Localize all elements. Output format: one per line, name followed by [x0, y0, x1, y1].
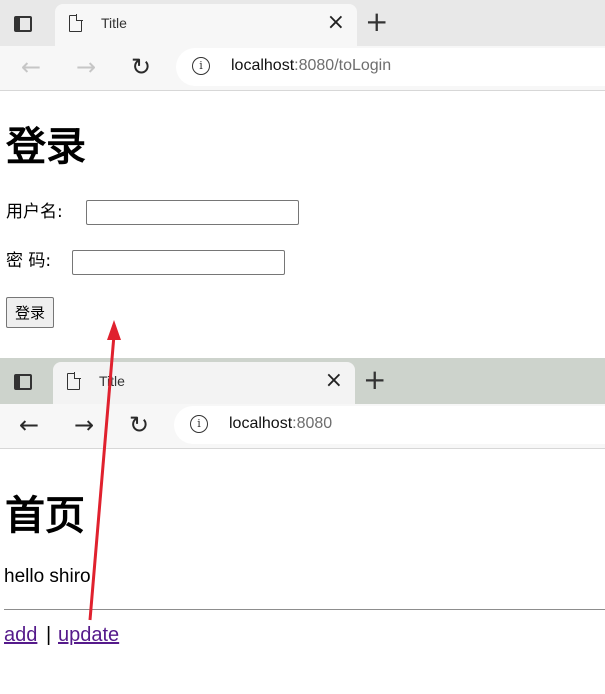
- browser-toolbar: ← → ↻ i localhost:8080: [0, 404, 605, 449]
- tab-title: Title: [99, 373, 125, 389]
- close-icon[interactable]: ×: [327, 12, 345, 34]
- update-link[interactable]: update: [58, 624, 119, 647]
- password-field[interactable]: [72, 250, 285, 275]
- reload-icon[interactable]: ↻: [128, 54, 154, 80]
- reload-icon[interactable]: ↻: [126, 412, 152, 438]
- url-text[interactable]: localhost:8080/toLogin: [231, 57, 391, 75]
- tab-strip: Title × +: [0, 358, 605, 404]
- info-icon[interactable]: i: [192, 57, 210, 75]
- password-label: 密 码:: [6, 251, 52, 271]
- forward-icon[interactable]: →: [71, 412, 97, 438]
- home-browser-window: Title × + ← → ↻ i localhost:8080 首页 hell…: [0, 358, 605, 694]
- page-title: 首页: [5, 493, 85, 539]
- login-button[interactable]: 登录: [6, 297, 55, 328]
- address-bar[interactable]: i localhost:8080: [174, 406, 605, 444]
- plus-icon[interactable]: +: [363, 364, 386, 396]
- address-bar[interactable]: i localhost:8080/toLogin: [176, 48, 605, 86]
- url-text[interactable]: localhost:8080: [229, 415, 332, 433]
- login-browser-window: Title × + ← → ↻ i localhost:8080/toLogin…: [0, 0, 605, 358]
- browser-tab[interactable]: Title ×: [55, 4, 357, 46]
- divider: [4, 609, 605, 610]
- tab-strip: Title × +: [0, 0, 605, 46]
- greeting-text: hello shiro: [4, 566, 91, 587]
- close-icon[interactable]: ×: [325, 370, 343, 392]
- back-icon[interactable]: ←: [18, 54, 44, 80]
- username-field[interactable]: [86, 200, 299, 225]
- page-title: 登录: [6, 124, 86, 170]
- plus-icon[interactable]: +: [365, 6, 388, 38]
- link-separator: |: [46, 624, 52, 646]
- browser-toolbar: ← → ↻ i localhost:8080/toLogin: [0, 46, 605, 91]
- browser-tab[interactable]: Title ×: [53, 362, 355, 404]
- info-icon[interactable]: i: [190, 415, 208, 433]
- username-label: 用户名:: [6, 202, 63, 222]
- tab-title: Title: [101, 15, 127, 31]
- forward-icon[interactable]: →: [73, 54, 99, 80]
- page-icon: [67, 372, 81, 390]
- add-link[interactable]: add: [4, 624, 37, 647]
- back-icon[interactable]: ←: [16, 412, 42, 438]
- sidebar-toggle-icon[interactable]: [11, 12, 33, 34]
- page-icon: [69, 14, 83, 32]
- sidebar-toggle-icon[interactable]: [11, 370, 33, 392]
